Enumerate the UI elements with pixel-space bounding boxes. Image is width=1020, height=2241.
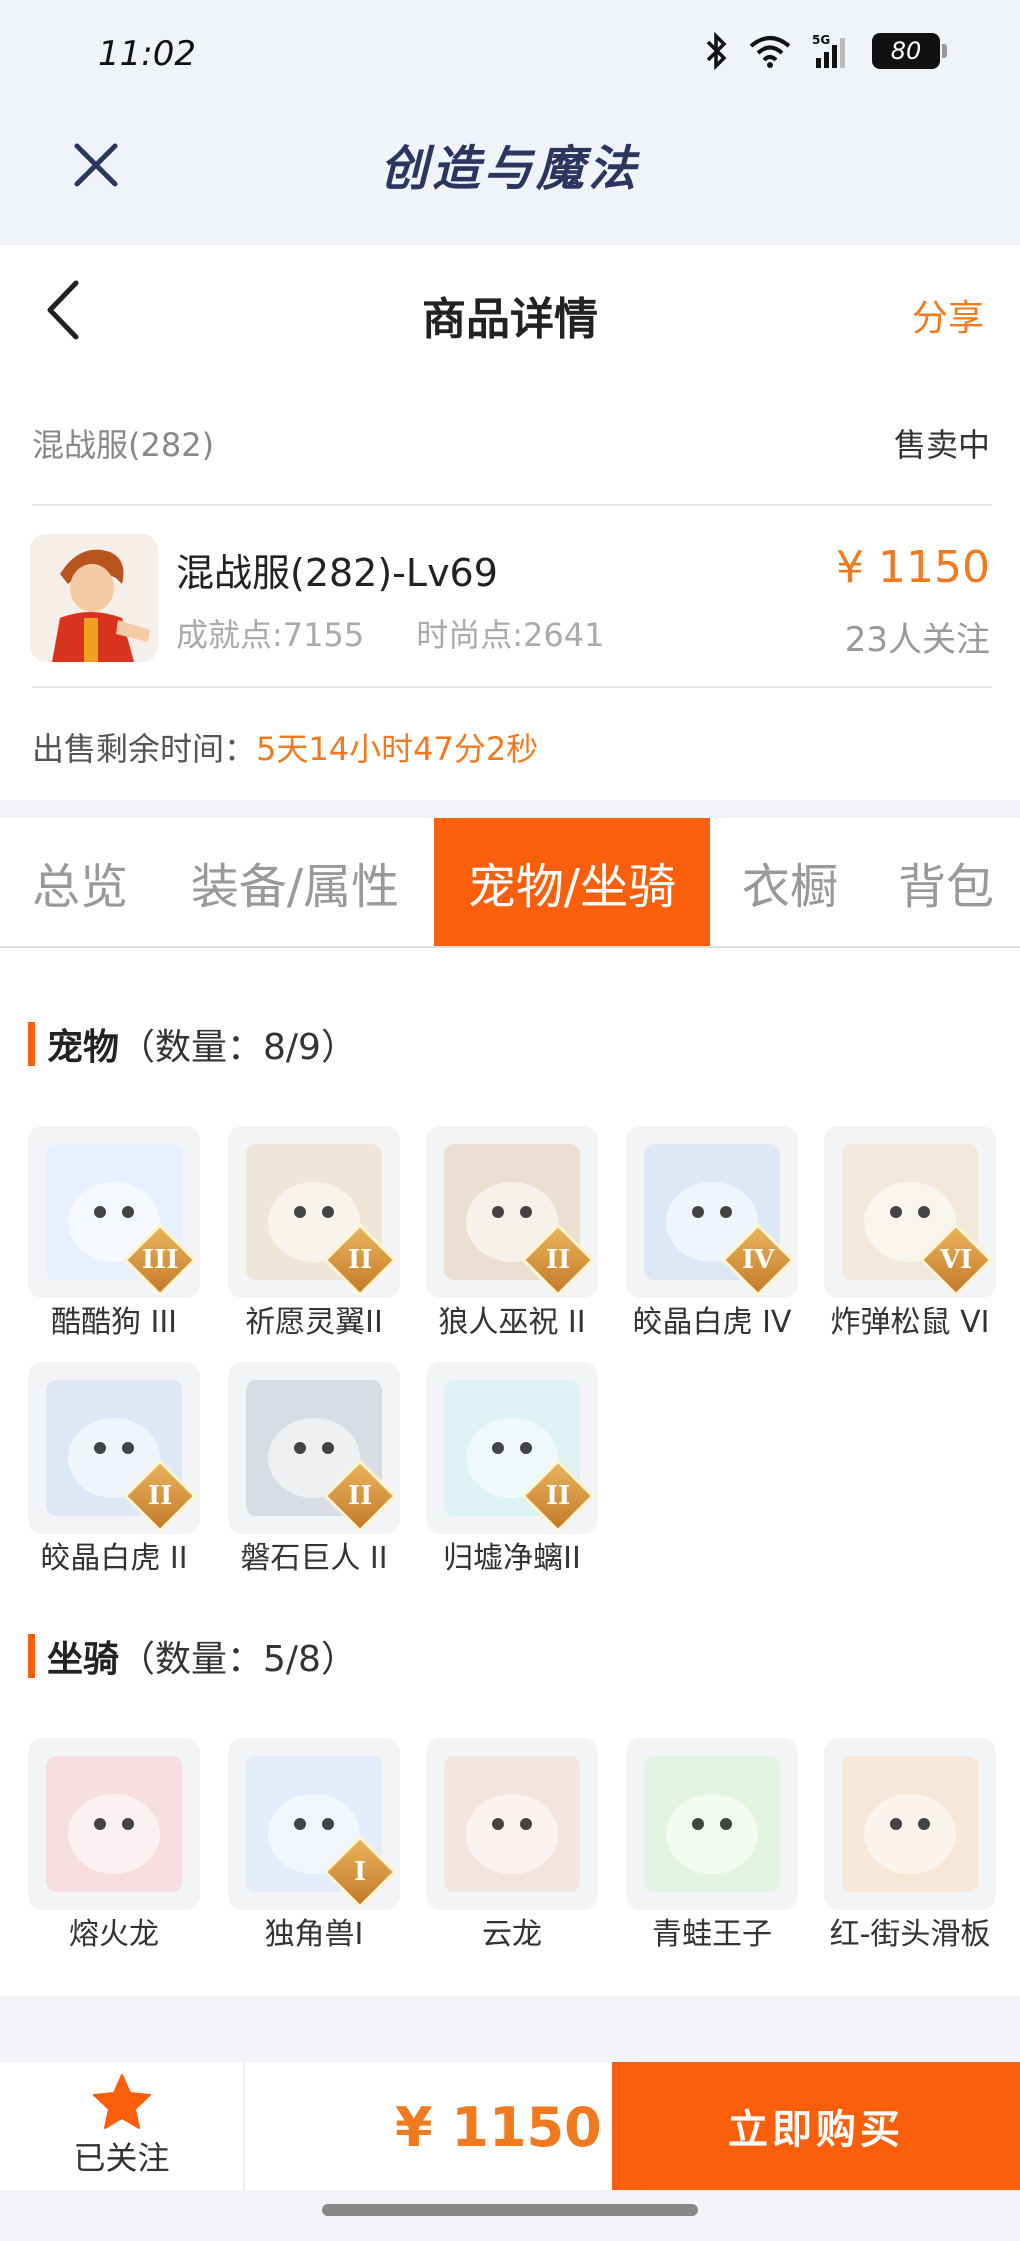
grid-item[interactable]: 熔火龙 bbox=[28, 1738, 200, 1954]
pets-section-title: 宠物 （数量：8/9） bbox=[28, 1018, 357, 1070]
item-thumbnail: II bbox=[426, 1126, 598, 1298]
product-name: 混战服(282)-Lv69 bbox=[176, 551, 498, 595]
grid-item[interactable]: I 独角兽I bbox=[228, 1738, 400, 1954]
character-avatar bbox=[30, 534, 158, 662]
item-label: 云龙 bbox=[482, 1917, 542, 1952]
item-thumbnail: I bbox=[228, 1738, 400, 1910]
grid-item[interactable]: II 磐石巨人 II bbox=[228, 1362, 400, 1578]
divider bbox=[32, 504, 992, 506]
grid-item[interactable]: II 狼人巫祝 II bbox=[426, 1126, 598, 1342]
share-button[interactable]: 分享 bbox=[912, 289, 984, 341]
mounts-title: 坐骑 bbox=[47, 1639, 120, 1680]
item-thumbnail: II bbox=[228, 1126, 400, 1298]
item-thumbnail: VI bbox=[824, 1126, 996, 1298]
star-icon bbox=[92, 2074, 151, 2129]
item-thumbnail bbox=[426, 1738, 598, 1910]
item-label: 狼人巫祝 II bbox=[438, 1305, 586, 1340]
product-price: ¥ 1150 bbox=[836, 542, 990, 593]
achievement-points: 成就点:7155 bbox=[176, 616, 365, 654]
product-stats: 成就点:7155 时尚点:2641 bbox=[176, 610, 656, 656]
follow-label: 已关注 bbox=[73, 2139, 170, 2177]
remaining-time-label: 出售剩余时间： bbox=[32, 730, 257, 768]
wifi-icon bbox=[749, 36, 791, 68]
app-title: 创造与魔法 bbox=[379, 141, 640, 197]
page-nav: 商品详情 分享 bbox=[0, 245, 1020, 380]
grid-item[interactable]: IV 皎晶白虎 IV bbox=[626, 1126, 798, 1342]
grid-item[interactable]: 青蛙王子 bbox=[626, 1738, 798, 1954]
grid-item[interactable]: 云龙 bbox=[426, 1738, 598, 1954]
item-thumbnail bbox=[626, 1738, 798, 1910]
item-label: 磐石巨人 II bbox=[240, 1541, 388, 1576]
pets-title: 宠物 bbox=[47, 1027, 120, 1068]
status-icons: 5G 80 bbox=[704, 32, 947, 70]
item-label: 祈愿灵翼II bbox=[245, 1305, 383, 1340]
item-label: 皎晶白虎 IV bbox=[632, 1305, 792, 1340]
bottom-bar: 已关注 ¥ 1150 立即购买 bbox=[0, 2062, 1020, 2190]
cellular-signal-icon: 5G bbox=[812, 33, 845, 68]
item-label: 青蛙王子 bbox=[652, 1917, 772, 1952]
bottom-price: ¥ 1150 bbox=[395, 2096, 602, 2159]
sale-status: 售卖中 bbox=[893, 426, 990, 464]
grid-item[interactable]: 红-街头滑板 bbox=[824, 1738, 996, 1954]
item-label: 皎晶白虎 II bbox=[40, 1541, 188, 1576]
grid-item[interactable]: III 酷酷狗 III bbox=[28, 1126, 200, 1342]
item-thumbnail: IV bbox=[626, 1126, 798, 1298]
followers-count: 23人关注 bbox=[844, 620, 990, 660]
grid-item[interactable]: II 祈愿灵翼II bbox=[228, 1126, 400, 1342]
item-thumbnail: II bbox=[426, 1362, 598, 1534]
item-thumbnail bbox=[28, 1738, 200, 1910]
tab-bar: 总览 装备/属性 宠物/坐骑 衣橱 背包 bbox=[0, 818, 1020, 948]
product-info: 混战服(282) 售卖中 混战服(282)-Lv69 成就点:7155 时尚点:2… bbox=[0, 380, 1020, 800]
grid-item[interactable]: VI 炸弹松鼠 VI bbox=[824, 1126, 996, 1342]
item-label: 熔火龙 bbox=[69, 1917, 159, 1952]
item-thumbnail: II bbox=[228, 1362, 400, 1534]
item-label: 酷酷狗 III bbox=[50, 1305, 178, 1340]
bluetooth-icon bbox=[706, 32, 727, 70]
mounts-section-title: 坐骑 （数量：5/8） bbox=[28, 1630, 357, 1682]
status-bar: 11:02 5G 80 bbox=[0, 0, 1020, 115]
item-thumbnail: II bbox=[28, 1362, 200, 1534]
status-time: 11:02 bbox=[98, 34, 196, 74]
tab-pets-mounts[interactable]: 宠物/坐骑 bbox=[434, 818, 710, 946]
item-label: 独角兽I bbox=[264, 1917, 364, 1952]
tab-wardrobe[interactable]: 衣橱 bbox=[720, 818, 860, 946]
fashion-points: 时尚点:2641 bbox=[416, 616, 605, 654]
grid-item[interactable]: II 归墟净螭II bbox=[426, 1362, 598, 1578]
remaining-time-value: 5天14小时47分2秒 bbox=[256, 730, 539, 768]
remaining-time: 出售剩余时间：5天14小时47分2秒 bbox=[32, 724, 538, 770]
grid-item[interactable]: II 皎晶白虎 II bbox=[28, 1362, 200, 1578]
item-label: 归墟净螭II bbox=[443, 1541, 581, 1576]
follow-button[interactable]: 已关注 bbox=[0, 2062, 245, 2190]
battery-icon: 80 bbox=[872, 33, 947, 69]
item-label: 红-街头滑板 bbox=[829, 1917, 991, 1952]
pets-count: （数量：8/9） bbox=[119, 1027, 357, 1068]
buy-now-button[interactable]: 立即购买 bbox=[612, 2062, 1020, 2190]
page-title: 商品详情 bbox=[422, 294, 598, 345]
divider bbox=[32, 686, 992, 688]
app-header: 创造与魔法 bbox=[0, 115, 1020, 245]
item-thumbnail: III bbox=[28, 1126, 200, 1298]
home-indicator bbox=[322, 2204, 698, 2216]
item-label: 炸弹松鼠 VI bbox=[830, 1305, 990, 1340]
tab-overview[interactable]: 总览 bbox=[0, 818, 160, 946]
tab-backpack[interactable]: 背包 bbox=[876, 818, 1016, 946]
server-name: 混战服(282) bbox=[32, 426, 215, 464]
pets-mounts-content: 宠物 （数量：8/9） III 酷酷狗 III II 祈愿灵翼II II 狼人巫祝 II IV… bbox=[0, 948, 1020, 1996]
tab-equipment[interactable]: 装备/属性 bbox=[170, 818, 420, 946]
svg-text:5G: 5G bbox=[812, 33, 830, 47]
item-thumbnail bbox=[824, 1738, 996, 1910]
mounts-count: （数量：5/8） bbox=[119, 1639, 357, 1680]
